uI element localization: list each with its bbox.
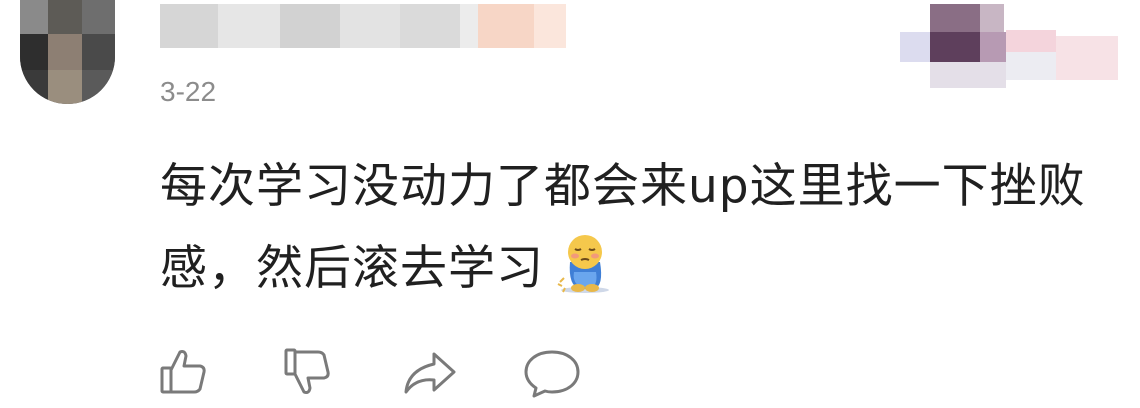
comment-actions bbox=[150, 340, 610, 404]
thumbs-down-icon[interactable] bbox=[278, 340, 342, 404]
comment-date: 3-22 bbox=[160, 76, 217, 107]
comment-bubble-icon[interactable] bbox=[520, 340, 584, 404]
comment-text-content: 每次学习没动力了都会来up这里找一下挫败感，然后滚去学习 bbox=[160, 159, 1086, 296]
avatar[interactable] bbox=[20, 0, 115, 104]
username-pixelated[interactable] bbox=[160, 4, 580, 48]
comment-text: 每次学习没动力了都会来up这里找一下挫败感，然后滚去学习 bbox=[160, 146, 1135, 310]
share-icon[interactable] bbox=[398, 340, 462, 404]
thumbs-up-icon[interactable] bbox=[150, 340, 214, 404]
pixelated-badge bbox=[880, 0, 1130, 100]
comment-card: 3-22 每次学习没动力了都会来up这里找一下挫败感，然后滚去学习 bbox=[0, 0, 1140, 406]
face-with-blush-sitting-emoji bbox=[556, 232, 614, 294]
